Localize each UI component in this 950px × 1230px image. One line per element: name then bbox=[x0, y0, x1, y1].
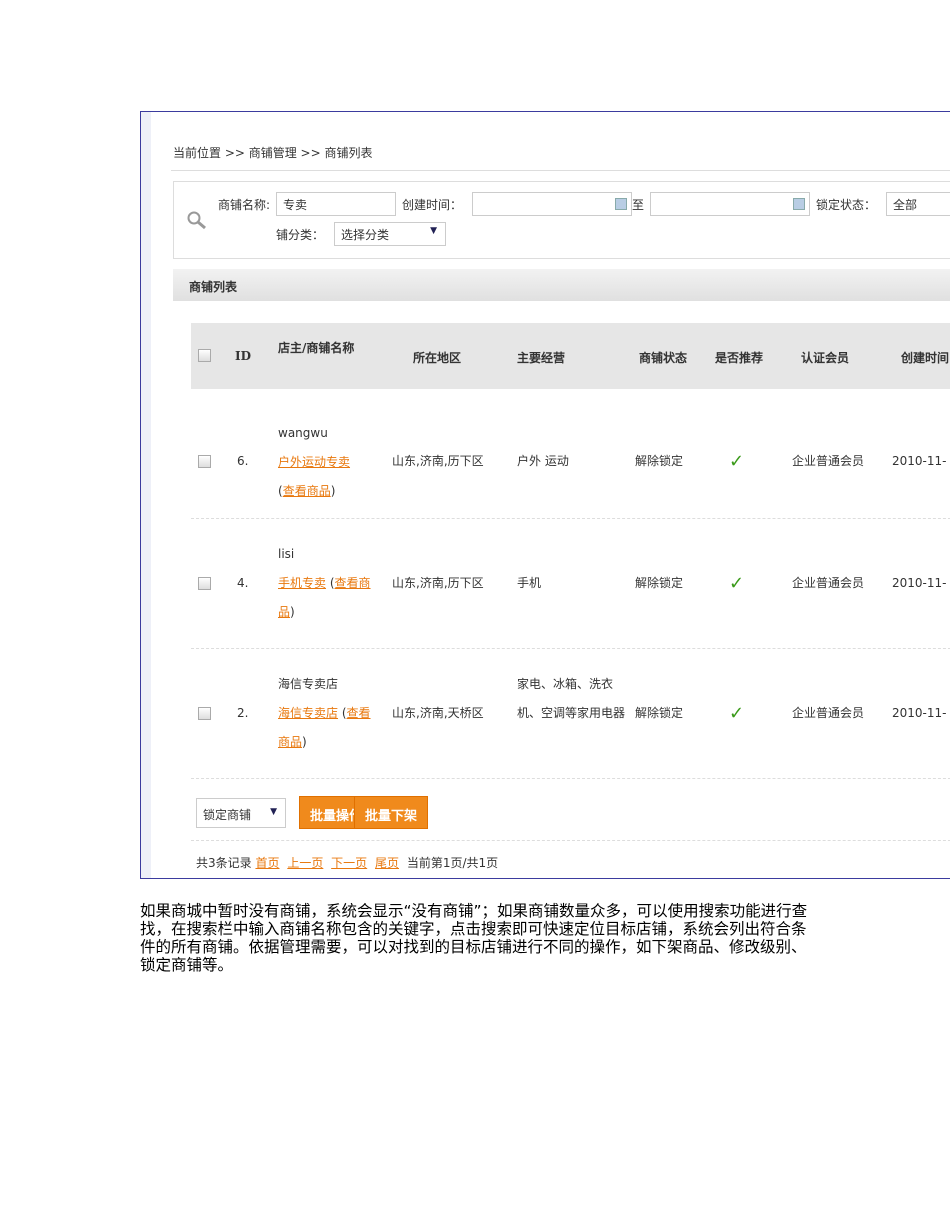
shop-link[interactable]: 手机专卖 bbox=[278, 576, 326, 590]
select-all-checkbox[interactable] bbox=[198, 349, 211, 362]
checkmark-icon: ✓ bbox=[729, 451, 745, 472]
batch-action-select[interactable]: 锁定商铺 ▼ bbox=[196, 798, 286, 828]
calendar-icon[interactable] bbox=[615, 198, 627, 210]
current-page: 当前第1页/共1页 bbox=[406, 856, 499, 870]
chevron-down-icon: ▼ bbox=[270, 807, 277, 817]
to-label: 至 bbox=[632, 198, 645, 212]
col-region: 所在地区 bbox=[413, 351, 462, 365]
table-row: 4. lisi 手机专卖 (查看商品) 山东,济南,历下区 手机 解除锁定 ✓ … bbox=[191, 519, 950, 649]
col-shop: 店主/商铺名称 bbox=[278, 341, 355, 355]
owner-name: wangwu bbox=[278, 426, 328, 440]
col-member: 认证会员 bbox=[801, 351, 850, 365]
calendar-icon[interactable] bbox=[793, 198, 805, 210]
list-title: 商铺列表 bbox=[173, 269, 950, 301]
row-member: 企业普通会员 bbox=[792, 706, 865, 720]
row-time: 2010-11- bbox=[892, 706, 947, 720]
chevron-down-icon: ▼ bbox=[430, 226, 437, 236]
row-id: 6. bbox=[237, 454, 249, 468]
row-checkbox[interactable] bbox=[198, 577, 211, 590]
create-time-label: 创建时间： bbox=[402, 198, 463, 212]
checkmark-icon: ✓ bbox=[729, 573, 745, 594]
category-value: 选择分类 bbox=[341, 228, 390, 242]
shop-name-label: 商铺名称: bbox=[218, 198, 271, 212]
view-products-link[interactable]: 查看商品 bbox=[283, 484, 331, 498]
checkmark-icon: ✓ bbox=[729, 703, 745, 724]
last-page-link[interactable]: 尾页 bbox=[375, 856, 399, 870]
col-id: ID bbox=[235, 349, 252, 363]
row-time: 2010-11- bbox=[892, 576, 947, 590]
row-region: 山东,济南,天桥区 bbox=[392, 706, 484, 720]
pagination: 共3条记录 首页 上一页 下一页 尾页 当前第1页/共1页 bbox=[196, 854, 498, 871]
row-time: 2010-11- bbox=[892, 454, 947, 468]
breadcrumb: 当前位置 >> 商铺管理 >> 商铺列表 bbox=[173, 146, 373, 160]
batch-action-value: 锁定商铺 bbox=[203, 808, 252, 822]
row-status[interactable]: 解除锁定 bbox=[635, 569, 683, 598]
start-date-input[interactable] bbox=[472, 192, 632, 216]
next-page-link[interactable]: 下一页 bbox=[331, 856, 367, 870]
total-records: 共3条记录 bbox=[196, 856, 252, 870]
divider bbox=[171, 170, 950, 171]
description-paragraph: 如果商城中暂时没有商铺，系统会显示“没有商铺”；如果商铺数量众多，可以使用搜索功… bbox=[140, 902, 808, 974]
col-time: 创建时间 bbox=[901, 351, 950, 365]
row-business: 家电、冰箱、洗衣机、空调等家用电器 bbox=[517, 677, 626, 720]
row-checkbox[interactable] bbox=[198, 455, 211, 468]
table-header: ID 店主/商铺名称 所在地区 主要经营 商铺状态 是否推荐 认证会员 创建时间 bbox=[191, 323, 950, 389]
row-region: 山东,济南,历下区 bbox=[392, 576, 484, 590]
search-icon[interactable] bbox=[186, 210, 208, 232]
col-business: 主要经营 bbox=[517, 351, 566, 365]
admin-screenshot: 当前位置 >> 商铺管理 >> 商铺列表 商铺名称: 专卖 创建时间： 至 锁定… bbox=[140, 111, 950, 879]
row-id: 4. bbox=[237, 576, 249, 590]
owner-name: 海信专卖店 bbox=[278, 677, 339, 691]
prev-page-link[interactable]: 上一页 bbox=[287, 856, 323, 870]
row-region: 山东,济南,历下区 bbox=[392, 454, 484, 468]
row-member: 企业普通会员 bbox=[792, 454, 865, 468]
table-row: 2. 海信专卖店 海信专卖店 (查看商品) 山东,济南,天桥区 家电、冰箱、洗衣… bbox=[191, 649, 950, 779]
category-label: 铺分类： bbox=[276, 228, 325, 242]
row-business: 户外 运动 bbox=[517, 454, 569, 468]
shop-name-input[interactable]: 专卖 bbox=[276, 192, 396, 216]
shop-link[interactable]: 户外运动专卖 bbox=[278, 455, 350, 469]
divider bbox=[191, 840, 950, 841]
row-business: 手机 bbox=[517, 576, 542, 590]
end-date-input[interactable] bbox=[650, 192, 810, 216]
row-checkbox[interactable] bbox=[198, 707, 211, 720]
shop-link[interactable]: 海信专卖店 bbox=[278, 706, 338, 720]
col-status: 商铺状态 bbox=[639, 351, 688, 365]
row-member: 企业普通会员 bbox=[792, 576, 865, 590]
lock-status-label: 锁定状态： bbox=[816, 198, 877, 212]
row-status[interactable]: 解除锁定 bbox=[635, 699, 683, 728]
lock-status-select[interactable]: 全部 bbox=[886, 192, 950, 216]
owner-name: lisi bbox=[278, 547, 295, 561]
category-select[interactable]: 选择分类 ▼ bbox=[334, 222, 446, 246]
search-panel: 商铺名称: 专卖 创建时间： 至 锁定状态： 全部 铺分类： 选择分类 ▼ bbox=[173, 181, 950, 259]
first-page-link[interactable]: 首页 bbox=[255, 856, 279, 870]
row-id: 2. bbox=[237, 706, 249, 720]
batch-offshelf-button[interactable]: 批量下架 bbox=[354, 796, 429, 829]
row-status[interactable]: 解除锁定 bbox=[635, 447, 683, 476]
table-row: 6. wangwu 户外运动专卖 (查看商品) 山东,济南,历下区 户外 运动 … bbox=[191, 401, 950, 519]
col-recommend: 是否推荐 bbox=[715, 351, 764, 365]
